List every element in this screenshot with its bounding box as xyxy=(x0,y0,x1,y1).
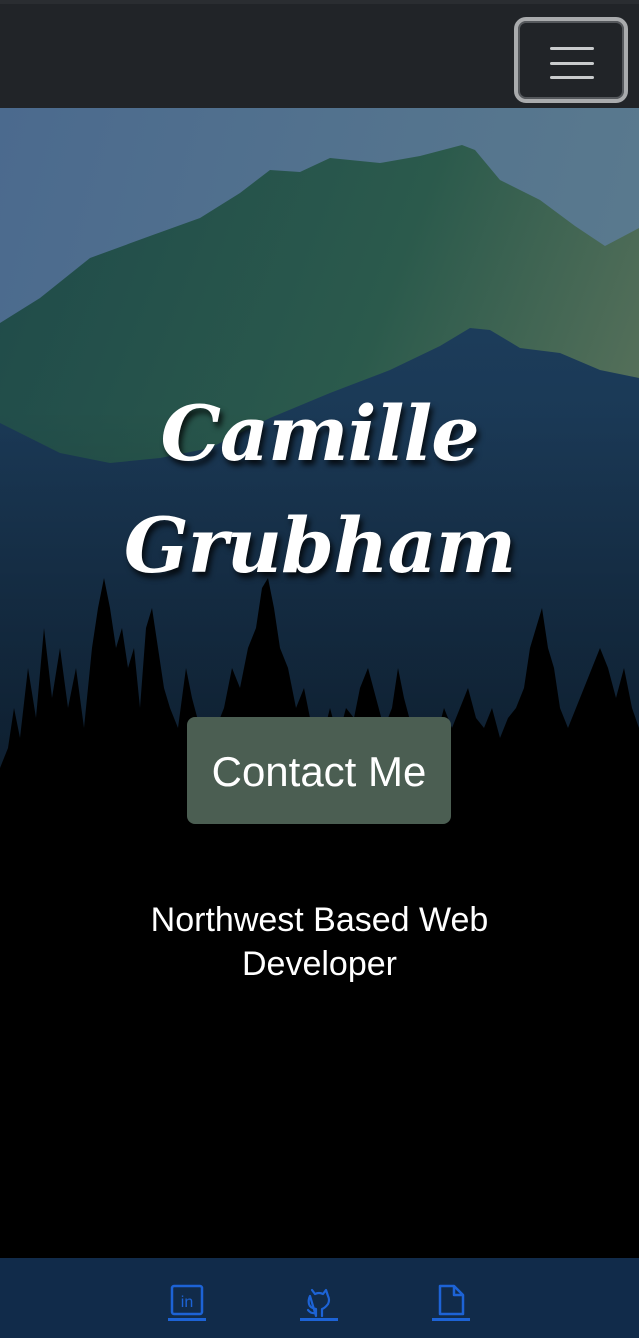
github-link[interactable] xyxy=(300,1284,338,1322)
linkedin-icon: in xyxy=(168,1284,206,1321)
contact-me-button[interactable]: Contact Me xyxy=(187,717,451,824)
tagline-line-2: Developer xyxy=(242,945,397,983)
hamburger-icon xyxy=(550,45,594,79)
hero-name-last: Grubham xyxy=(123,501,516,590)
resume-link[interactable] xyxy=(432,1284,470,1322)
hero-section: Camille Grubham Contact Me Northwest Bas… xyxy=(0,108,639,1258)
hero-name: Camille Grubham xyxy=(0,378,639,602)
hero-name-first: Camille xyxy=(160,389,479,478)
footer: in xyxy=(0,1258,639,1338)
github-icon xyxy=(300,1288,338,1321)
tagline-line-1: Northwest Based Web xyxy=(150,901,489,939)
navbar xyxy=(0,0,639,108)
menu-toggle-button[interactable] xyxy=(514,17,628,103)
document-icon xyxy=(432,1284,470,1321)
linkedin-link[interactable]: in xyxy=(168,1284,206,1322)
hero-tagline: Northwest Based Web Developer xyxy=(0,898,639,986)
svg-text:in: in xyxy=(181,1294,193,1311)
page: Camille Grubham Contact Me Northwest Bas… xyxy=(0,0,639,1338)
mountain-forest-background xyxy=(0,108,639,1258)
